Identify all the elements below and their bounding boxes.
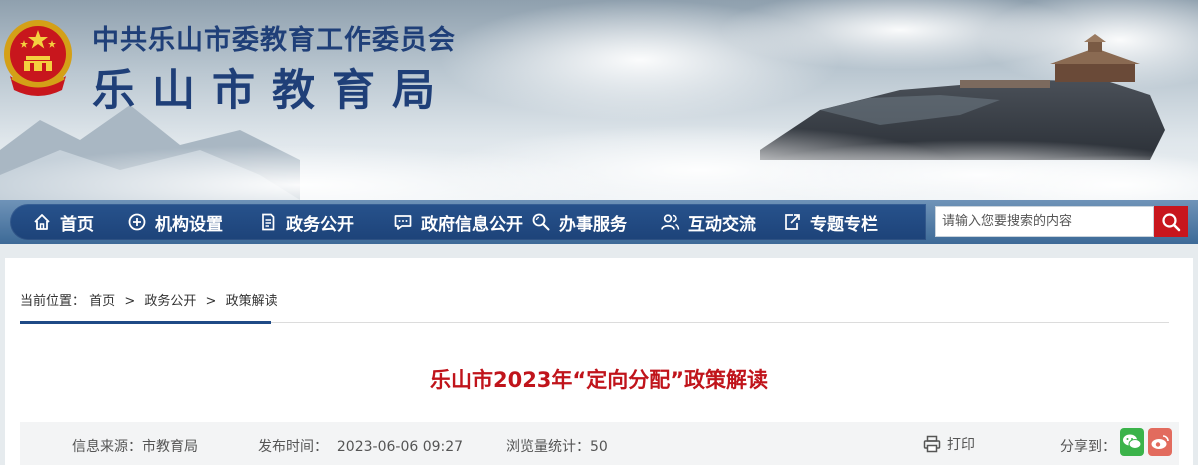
nav-item-interaction[interactable]: 互动交流 [660, 204, 756, 240]
article-source: 信息来源：市教育局 [72, 439, 198, 455]
nav-band: 首页 机构设置 政务公开 政府信息公开 办事服务 互动交流 专题专栏 [10, 204, 926, 240]
plus-circle-icon [127, 212, 147, 232]
breadcrumb-link-policy-interpretation[interactable]: 政策解读 [226, 294, 278, 309]
breadcrumb-separator: > [205, 294, 217, 309]
wechat-share-button[interactable] [1120, 428, 1144, 456]
article-view-count: 浏览量统计：50 [506, 439, 608, 455]
header-banner: 中共乐山市委教育工作委员会 乐山市教育局 [0, 0, 1198, 200]
nav-item-label: 专题专栏 [810, 214, 878, 235]
breadcrumb-accent-line [20, 321, 271, 324]
nav-item-government-affairs[interactable]: 政务公开 [258, 204, 354, 240]
document-icon [258, 212, 278, 232]
nav-item-label: 首页 [60, 214, 94, 235]
search-button[interactable] [1154, 206, 1188, 237]
printer-icon [923, 435, 941, 453]
search-input[interactable] [935, 206, 1154, 237]
nav-item-label: 互动交流 [688, 214, 756, 235]
weibo-icon [1151, 435, 1169, 449]
org-title: 乐山市教育局 [92, 66, 452, 116]
nav-item-label: 办事服务 [559, 214, 627, 235]
article-publish-time: 发布时间： 2023-06-06 09:27 [258, 439, 464, 455]
breadcrumb-link-gov-affairs[interactable]: 政务公开 [144, 294, 196, 309]
search-icon [1162, 212, 1181, 231]
share-label: 分享到： [1060, 439, 1116, 455]
nav-item-organization[interactable]: 机构设置 [127, 204, 223, 240]
breadcrumb-link-home[interactable]: 首页 [89, 294, 115, 309]
article-meta-bar: 信息来源：市教育局 发布时间： 2023-06-06 09:27 浏览量统计：5… [20, 422, 1179, 465]
breadcrumb: 当前位置： 首页 > 政务公开 > 政策解读 [20, 290, 278, 309]
content-panel: 当前位置： 首页 > 政务公开 > 政策解读 乐山市2023年“定向分配”政策解… [5, 258, 1193, 465]
print-label: 打印 [947, 437, 975, 453]
article-title: 乐山市2023年“定向分配”政策解读 [429, 368, 769, 392]
wechat-icon [1123, 434, 1142, 449]
chat-icon [393, 212, 413, 232]
nav-item-label: 政务公开 [286, 214, 354, 235]
national-emblem-icon [4, 20, 72, 96]
breadcrumb-separator: > [124, 294, 136, 309]
nav-item-label: 机构设置 [155, 214, 223, 235]
print-button[interactable]: 打印 [923, 434, 975, 454]
weibo-share-button[interactable] [1148, 428, 1172, 456]
nav-item-gov-info-disclosure[interactable]: 政府信息公开 [393, 204, 523, 240]
home-icon [32, 212, 52, 232]
search-doc-icon [531, 212, 551, 232]
nav-item-services[interactable]: 办事服务 [531, 204, 627, 240]
nav-item-home[interactable]: 首页 [32, 204, 94, 240]
export-icon [782, 212, 802, 232]
breadcrumb-prefix: 当前位置： [20, 294, 86, 309]
users-icon [660, 212, 680, 232]
nav-item-special-topics[interactable]: 专题专栏 [782, 204, 878, 240]
nav-item-label: 政府信息公开 [421, 214, 523, 235]
org-subtitle: 中共乐山市委教育工作委员会 [92, 25, 456, 56]
